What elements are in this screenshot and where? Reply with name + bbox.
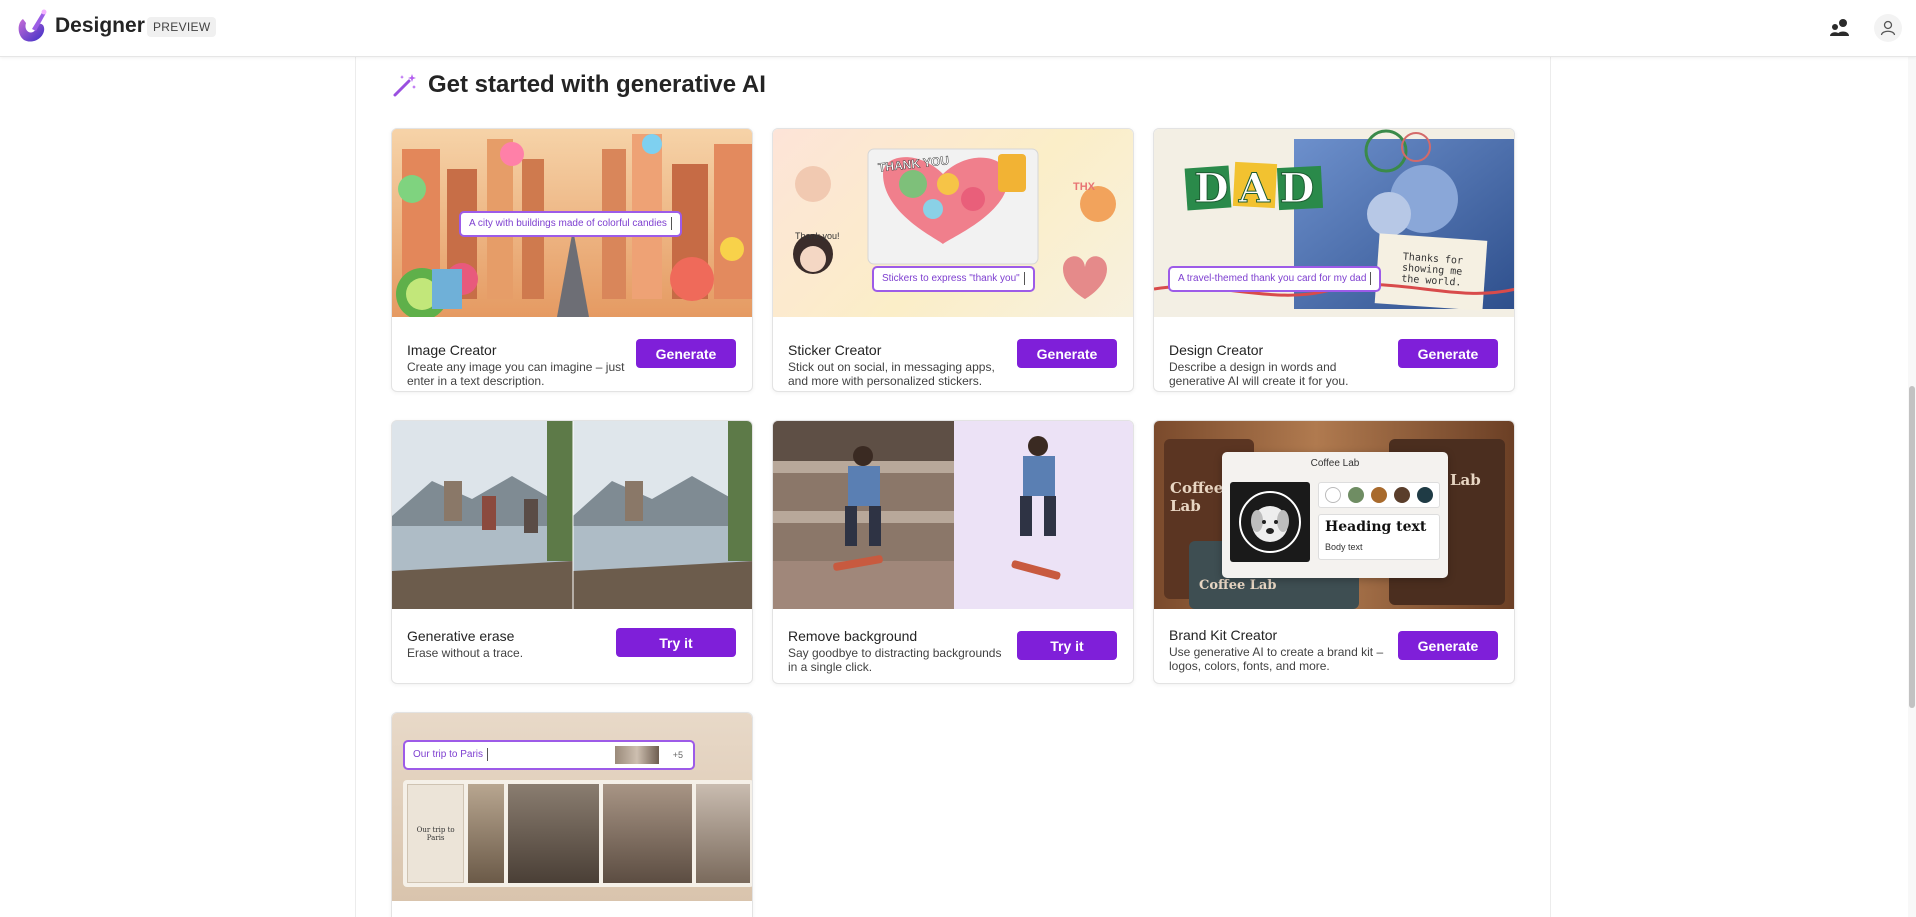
preview-badge: PREVIEW [147, 17, 217, 37]
generate-button[interactable]: Generate [1017, 339, 1117, 368]
brand-bg-text-left: Coffee Lab [1170, 479, 1224, 515]
share-people-icon[interactable] [1826, 14, 1854, 42]
card-description: Stick out on social, in messaging apps, … [788, 360, 995, 388]
dad-letters: DAD [1194, 165, 1325, 213]
card-title: Sticker Creator [788, 342, 882, 358]
try-it-button[interactable]: Try it [1017, 631, 1117, 660]
generate-button[interactable]: Generate [1398, 631, 1498, 660]
card-title: Brand Kit Creator [1169, 627, 1278, 643]
card-image-creator[interactable]: A city with buildings made of colorful c… [391, 128, 753, 392]
collage-photo [695, 784, 750, 883]
brand-color-swatches [1318, 482, 1440, 508]
collage-photo [507, 784, 599, 883]
try-it-button[interactable]: Try it [616, 628, 736, 657]
top-bar: Designer PREVIEW [0, 0, 1916, 57]
section-header: Get started with generative AI [392, 71, 766, 99]
sticker-thx-label: THX [1073, 181, 1095, 193]
collage-photo [602, 784, 692, 883]
heading-sample: Heading text [1325, 519, 1427, 535]
brand-bg-text-right: Lab [1450, 471, 1481, 489]
designer-logo-icon[interactable] [15, 9, 47, 43]
prompt-text: A city with buildings made of colorful c… [469, 218, 667, 229]
app-name[interactable]: Designer [55, 14, 145, 38]
swatch [1393, 487, 1410, 503]
card-description: Use generative AI to create a brand kit … [1169, 645, 1384, 673]
collage-photo [468, 784, 504, 883]
prompt-input-preview: A city with buildings made of colorful c… [459, 211, 682, 237]
prompt-input-preview: A travel-themed thank you card for my da… [1168, 266, 1382, 292]
skater-before-after-image [773, 421, 1133, 609]
brand-bg-text-bottom: Coffee Lab [1199, 578, 1277, 593]
card-title: Design Creator [1169, 342, 1264, 358]
generate-button[interactable]: Generate [636, 339, 736, 368]
swatch [1348, 487, 1365, 503]
card-generative-erase[interactable]: Generative erase Erase without a trace. … [391, 420, 753, 684]
section-title: Get started with generative AI [428, 71, 766, 98]
paris-trip-image: Our trip to Paris +5 Our trip to Paris [392, 713, 752, 901]
card-description: Say goodbye to distracting backgrounds i… [788, 646, 1002, 674]
scrollbar-thumb[interactable] [1909, 386, 1915, 708]
prompt-text: Stickers to express "thank you" [882, 273, 1020, 284]
brand-font-sample: Heading text Body text [1318, 514, 1440, 560]
travel-card-image: DAD Thanks for showing me the world. A t… [1154, 129, 1514, 317]
card-paris-trip[interactable]: Our trip to Paris +5 Our trip to Paris [391, 712, 753, 917]
stickers-image: THANK YOU THX Thank you! Stickers to exp… [773, 129, 1133, 317]
prompt-text: A travel-themed thank you card for my da… [1178, 273, 1367, 284]
prompt-text: Our trip to Paris [413, 749, 484, 760]
collage-title-tile: Our trip to Paris [407, 784, 465, 883]
hikers-before-after-image [392, 421, 752, 609]
account-icon[interactable] [1874, 14, 1902, 42]
card-remove-background[interactable]: Remove background Say goodbye to distrac… [772, 420, 1134, 684]
card-title: Remove background [788, 628, 918, 644]
body-sample: Body text [1325, 542, 1363, 552]
brand-kit-popup: Coffee Lab Heading text Body text [1222, 452, 1448, 578]
thumbnail-strip [615, 746, 659, 764]
prompt-input-preview: Stickers to express "thank you" [872, 266, 1035, 292]
photo-collage: Our trip to Paris [403, 780, 752, 887]
card-description: Describe a design in words and generativ… [1169, 360, 1349, 388]
coffee-brand-kit-image: Coffee Lab Lab Coffee Lab Coffee Lab Hea… [1154, 421, 1514, 609]
card-design-creator[interactable]: DAD Thanks for showing me the world. A t… [1153, 128, 1515, 392]
swatch [1416, 487, 1433, 503]
card-title: Generative erase [407, 628, 515, 644]
card-description: Erase without a trace. [407, 646, 524, 660]
swatch [1325, 487, 1342, 503]
prompt-input-preview: Our trip to Paris +5 [403, 740, 695, 770]
brand-kit-name: Coffee Lab [1310, 458, 1360, 469]
more-count-badge: +5 [672, 750, 683, 760]
candy-city-image: A city with buildings made of colorful c… [392, 129, 752, 317]
card-sticker-creator[interactable]: THANK YOU THX Thank you! Stickers to exp… [772, 128, 1134, 392]
dog-logo-icon [1239, 491, 1301, 553]
swatch [1370, 487, 1387, 503]
postcard-note: Thanks for showing me the world. [1400, 251, 1464, 289]
card-brand-kit-creator[interactable]: Coffee Lab Lab Coffee Lab Coffee Lab Hea… [1153, 420, 1515, 684]
card-description: Create any image you can imagine – just … [407, 360, 625, 388]
collage-title: Our trip to Paris [416, 825, 455, 842]
magic-wand-icon [393, 74, 416, 97]
brand-logo [1230, 482, 1310, 562]
card-title: Image Creator [407, 342, 497, 358]
sticker-thank-you-small-label: Thank you! [795, 231, 840, 241]
generate-button[interactable]: Generate [1398, 339, 1498, 368]
